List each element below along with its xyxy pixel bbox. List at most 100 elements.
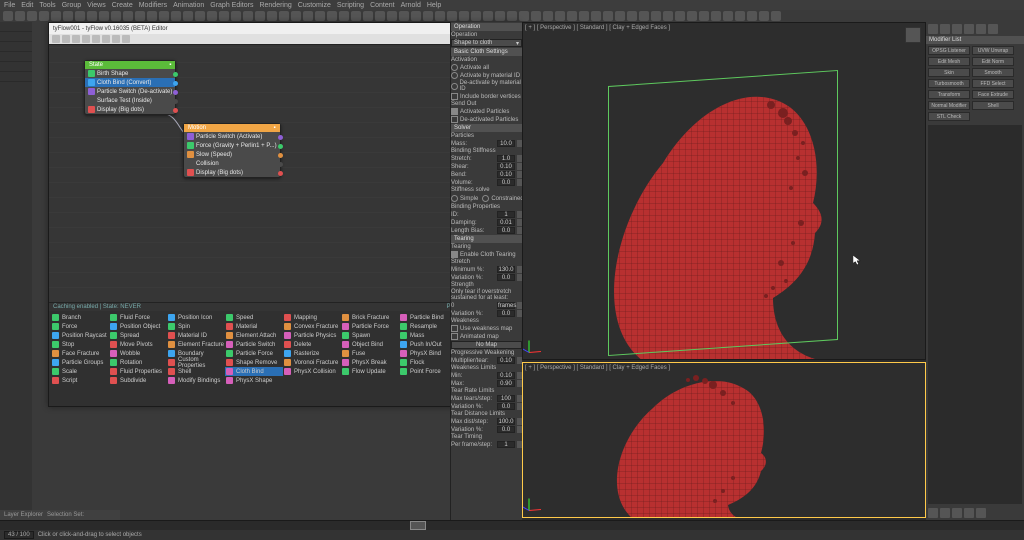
menu-edit[interactable]: Edit (21, 2, 33, 9)
palette-item[interactable]: Speed (225, 313, 283, 322)
palette-item[interactable]: Brick Fracture (341, 313, 399, 322)
toolbar-button[interactable] (339, 11, 349, 21)
menu-tools[interactable]: Tools (39, 2, 55, 9)
toolbar-button[interactable] (243, 11, 253, 21)
radio[interactable]: Constrained (482, 195, 522, 202)
command-panel-tabs[interactable] (926, 22, 1024, 36)
menu-file[interactable]: File (4, 2, 15, 9)
toolbar-button[interactable] (207, 11, 217, 21)
toolbar-button[interactable] (315, 11, 325, 21)
dropdown[interactable]: Shape to cloth▾ (451, 39, 522, 47)
toolbar-button[interactable] (351, 11, 361, 21)
menu-scripting[interactable]: Scripting (337, 2, 364, 9)
modifier-button[interactable]: Edit Mesh (928, 57, 970, 66)
palette-item[interactable]: Push In/Out (399, 340, 457, 349)
palette-item[interactable]: Stop (51, 340, 109, 349)
modifier-button[interactable]: Transform (928, 90, 970, 99)
palette-item[interactable]: Spin (167, 322, 225, 331)
palette-item[interactable]: Resample (399, 322, 457, 331)
menu-content[interactable]: Content (370, 2, 395, 9)
toolbar-button[interactable] (495, 11, 505, 21)
toolbar-button[interactable] (135, 11, 145, 21)
palette-item[interactable]: Wobble (109, 349, 167, 358)
palette-item[interactable]: Fluid Force (109, 313, 167, 322)
modifier-button[interactable]: OPSG Listener (928, 46, 970, 55)
palette-item[interactable]: Face Fracture (51, 349, 109, 358)
toolbar-button[interactable] (279, 11, 289, 21)
operator-row[interactable]: Force (Gravity + Perlin1 + P...) (184, 141, 280, 150)
menu-create[interactable]: Create (112, 2, 133, 9)
radio[interactable]: Activate by material ID (451, 72, 522, 79)
toolbar-button[interactable] (423, 11, 433, 21)
palette-item[interactable]: Spread (109, 331, 167, 340)
palette-item[interactable]: Subdivide (109, 376, 167, 385)
editor-toolbar[interactable] (49, 34, 519, 44)
palette-item[interactable]: Material (225, 322, 283, 331)
toolbar-button[interactable] (615, 11, 625, 21)
modifier-button[interactable]: Skin (928, 68, 970, 77)
toolbar-button[interactable] (627, 11, 637, 21)
toolbar-button[interactable] (183, 11, 193, 21)
toolbar-button[interactable] (123, 11, 133, 21)
toolbar-button[interactable] (99, 11, 109, 21)
toolbar-button[interactable] (375, 11, 385, 21)
palette-item[interactable]: Fluid Properties (109, 367, 167, 376)
toolbar-button[interactable] (87, 11, 97, 21)
palette-item[interactable]: Particle Force (225, 349, 283, 358)
command-panel[interactable]: Modifier List OPSG ListenerUVW UnwrapEdi… (926, 22, 1024, 520)
toolbar-button[interactable] (651, 11, 661, 21)
toolbar-button[interactable] (543, 11, 553, 21)
radio[interactable]: De-activate by material ID (451, 80, 522, 92)
palette-item[interactable]: Particle Bind (399, 313, 457, 322)
menu-rendering[interactable]: Rendering (259, 2, 291, 9)
radio[interactable]: Simple (451, 195, 478, 202)
toolbar-button[interactable] (147, 11, 157, 21)
toolbar-button[interactable] (231, 11, 241, 21)
modifier-button[interactable]: Turbosmooth (928, 79, 970, 88)
palette-item[interactable]: Element Attach (225, 331, 283, 340)
menu-animation[interactable]: Animation (173, 2, 204, 9)
palette-item[interactable]: Flock (399, 358, 457, 367)
checkbox[interactable]: Animated map (451, 333, 522, 340)
radio[interactable]: Activate all (451, 64, 522, 71)
main-toolbar[interactable] (0, 10, 1024, 22)
toolbar-button[interactable] (687, 11, 697, 21)
toolbar-button[interactable] (255, 11, 265, 21)
menu-customize[interactable]: Customize (298, 2, 331, 9)
state-node[interactable]: State▪ Birth ShapeCloth Bind (Convert)Pa… (84, 60, 176, 115)
modifier-button[interactable]: Face Extrude (972, 90, 1014, 99)
modifier-button[interactable]: UVW Unwrap (972, 46, 1014, 55)
toolbar-button[interactable] (327, 11, 337, 21)
palette-item[interactable]: Modify Bindings (167, 376, 225, 385)
modifier-button[interactable]: Smooth (972, 68, 1014, 77)
operator-row[interactable]: Display (Big dots) (184, 168, 280, 177)
palette-item[interactable]: Mass (399, 331, 457, 340)
toolbar-button[interactable] (219, 11, 229, 21)
toolbar-button[interactable] (447, 11, 457, 21)
palette-item[interactable]: Position Raycast (51, 331, 109, 340)
palette-item[interactable]: Scale (51, 367, 109, 376)
menu-arnold[interactable]: Arnold (401, 2, 421, 9)
modifier-button[interactable]: Normal Modifier (928, 101, 970, 110)
toolbar-button[interactable] (771, 11, 781, 21)
menu-modifiers[interactable]: Modifiers (139, 2, 167, 9)
motion-node[interactable]: Motion▪ Particle Switch (Activate)Force … (183, 123, 281, 178)
toolbar-button[interactable] (531, 11, 541, 21)
timeline[interactable] (0, 520, 1024, 530)
toolbar-button[interactable] (483, 11, 493, 21)
toolbar-button[interactable] (591, 11, 601, 21)
operator-row[interactable]: Cloth Bind (Convert) (85, 78, 175, 87)
menu-group[interactable]: Group (62, 2, 81, 9)
stack-controls[interactable] (926, 506, 1024, 520)
palette-item[interactable]: Point Force (399, 367, 457, 376)
operator-row[interactable]: Particle Switch (De-activate) (85, 87, 175, 96)
toolbar-button[interactable] (603, 11, 613, 21)
operator-row[interactable]: Display (Big dots) (85, 105, 175, 114)
operator-palette[interactable]: BranchFluid ForcePosition IconSpeedMappi… (49, 311, 519, 406)
palette-item[interactable]: Force (51, 322, 109, 331)
toolbar-button[interactable] (459, 11, 469, 21)
toolbar-button[interactable] (723, 11, 733, 21)
toolbar-button[interactable] (663, 11, 673, 21)
toolbar-button[interactable] (111, 11, 121, 21)
toolbar-button[interactable] (699, 11, 709, 21)
